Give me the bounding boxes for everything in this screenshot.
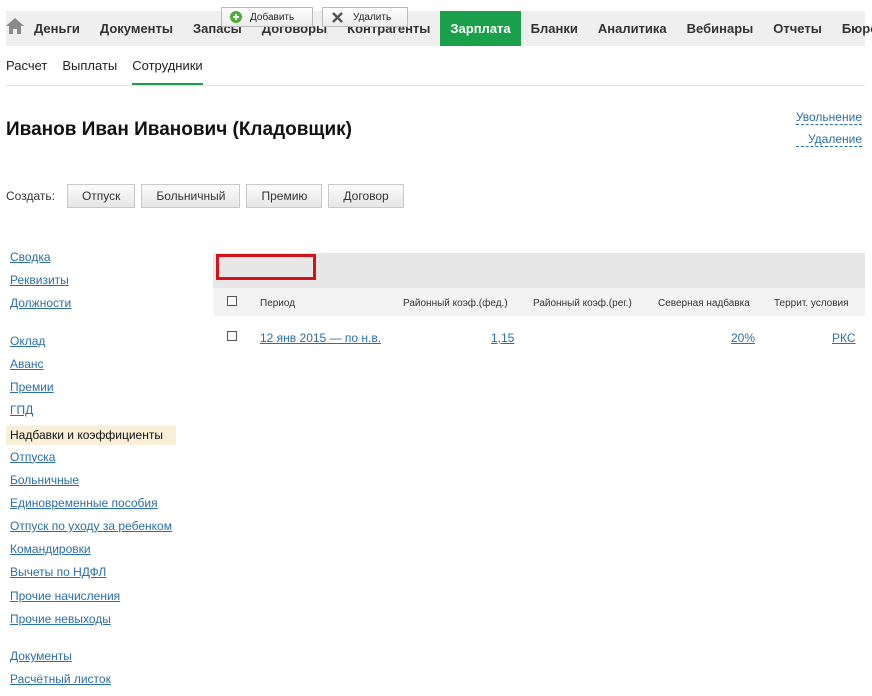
sidebar: Сводка Реквизиты Должности Оклад Аванс П…	[6, 249, 186, 694]
cell-territorial-conditions[interactable]: РКС	[832, 331, 856, 345]
tab-payments[interactable]: Выплаты	[62, 50, 117, 85]
cell-period[interactable]: 12 янв 2015 — по н.в.	[260, 331, 381, 345]
nav-webinars[interactable]: Вебинары	[677, 11, 764, 46]
sidebar-item-documents[interactable]: Документы	[6, 648, 186, 671]
create-contract-button[interactable]: Договор	[328, 184, 404, 208]
divider	[6, 85, 865, 86]
nav-bureau[interactable]: Бюроbeta	[832, 11, 872, 46]
sidebar-item-positions[interactable]: Должности	[6, 295, 186, 318]
delete-button[interactable]: Удалить	[322, 7, 408, 27]
create-bar: Создать: Отпуск Больничный Премию Догово…	[6, 184, 410, 208]
select-all-checkbox[interactable]	[227, 296, 237, 306]
tab-calculation[interactable]: Расчет	[6, 50, 47, 85]
cell-regional-fed[interactable]: 1,15	[491, 331, 514, 345]
add-button-label: Добавить	[250, 11, 295, 23]
sidebar-item-other-absences[interactable]: Прочие невыходы	[6, 611, 186, 634]
top-navigation: Деньги Документы Запасы Договоры Контраг…	[6, 11, 872, 46]
nav-documents[interactable]: Документы	[90, 11, 183, 46]
delete-employee-link[interactable]: Удаление	[795, 132, 862, 147]
create-vacation-button[interactable]: Отпуск	[66, 184, 136, 208]
sidebar-item-business-trips[interactable]: Командировки	[6, 541, 186, 564]
row-checkbox[interactable]	[227, 331, 237, 341]
sidebar-item-bonuses[interactable]: Премии	[6, 379, 186, 402]
sidebar-item-salary[interactable]: Оклад	[6, 333, 186, 356]
sidebar-item-parental-leave[interactable]: Отпуск по уходу за ребенком	[6, 518, 186, 541]
add-button-highlight	[216, 254, 316, 280]
sidebar-item-tax-deductions[interactable]: Вычеты по НДФЛ	[6, 564, 186, 587]
sidebar-item-summary[interactable]: Сводка	[6, 249, 186, 272]
nav-bureau-label: Бюро	[841, 21, 872, 36]
page-title: Иванов Иван Иванович (Кладовщик)	[6, 119, 352, 140]
sidebar-item-sick-leaves[interactable]: Больничные	[6, 472, 186, 495]
create-sick-leave-button[interactable]: Больничный	[141, 184, 241, 208]
cell-north-allowance[interactable]: 20%	[731, 331, 755, 345]
column-period: Период	[260, 298, 296, 309]
sidebar-item-requisites[interactable]: Реквизиты	[6, 272, 186, 295]
column-regional-reg: Районный коэф.(рег.)	[533, 298, 632, 309]
dismiss-link[interactable]: Увольнение	[795, 110, 862, 125]
nav-money[interactable]: Деньги	[24, 11, 90, 46]
nav-analytics[interactable]: Аналитика	[588, 11, 677, 46]
column-territorial-conditions: Террит. условия	[774, 298, 849, 309]
employee-actions: Увольнение Удаление	[795, 110, 862, 154]
tab-employees[interactable]: Сотрудники	[132, 50, 203, 85]
nav-forms[interactable]: Бланки	[521, 11, 588, 46]
create-bonus-button[interactable]: Премию	[246, 184, 323, 208]
sidebar-item-allowances[interactable]: Надбавки и коэффициенты	[6, 425, 176, 446]
plus-circle-icon	[230, 11, 242, 23]
home-icon	[6, 18, 24, 39]
sidebar-item-lump-sum-benefits[interactable]: Единовременные пособия	[6, 495, 186, 518]
sidebar-item-advance[interactable]: Аванс	[6, 356, 186, 379]
x-icon	[332, 11, 343, 23]
sidebar-item-payslip[interactable]: Расчётный листок	[6, 671, 186, 694]
sidebar-item-gpd[interactable]: ГПД	[6, 402, 186, 425]
column-north-allowance: Северная надбавка	[658, 298, 750, 309]
home-button[interactable]	[6, 11, 24, 46]
column-regional-fed: Районный коэф.(фед.)	[403, 298, 508, 309]
create-label: Создать:	[6, 189, 55, 203]
nav-reports[interactable]: Отчеты	[763, 11, 832, 46]
sidebar-item-vacations[interactable]: Отпуска	[6, 449, 186, 472]
sidebar-item-other-accruals[interactable]: Прочие начисления	[6, 588, 186, 611]
add-button[interactable]: Добавить	[221, 7, 313, 27]
table-header: Период Районный коэф.(фед.) Районный коэ…	[213, 288, 865, 316]
delete-button-label: Удалить	[353, 11, 392, 23]
sub-navigation: Расчет Выплаты Сотрудники	[6, 50, 218, 85]
nav-salary[interactable]: Зарплата	[440, 11, 521, 46]
